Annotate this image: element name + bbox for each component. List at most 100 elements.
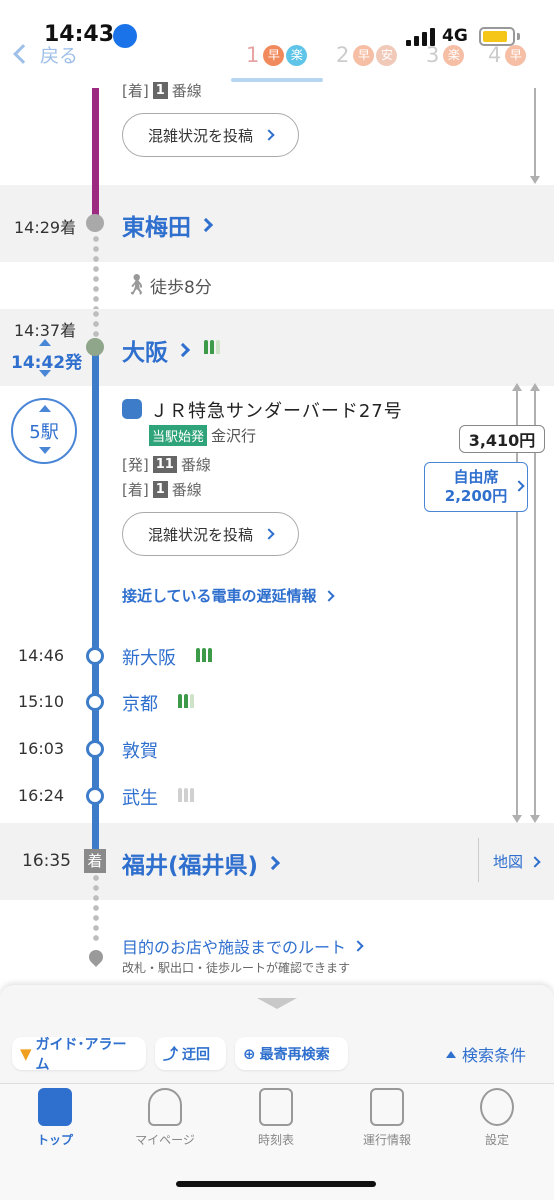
congestion-icon	[178, 694, 194, 708]
fare-range-line	[534, 88, 536, 176]
arrival-time: 16:35	[22, 851, 71, 871]
arrival-track: [着] 1 番線	[122, 481, 202, 499]
fast-badge: 早	[505, 44, 527, 66]
arrival-time: 14:29着	[14, 218, 77, 237]
fast-badge: 早	[353, 44, 375, 66]
tab-service-info[interactable]: 運行情報	[337, 1088, 437, 1158]
stop-link-tsuruga[interactable]: 敦賀	[122, 737, 158, 763]
nearest-search-button[interactable]: ⊕ 最寄再検索	[235, 1037, 348, 1070]
stop-time: 14:46	[18, 646, 65, 665]
stop-time: 15:10	[18, 692, 65, 711]
delay-info-link[interactable]: 接近している電車の遅延情報	[122, 585, 335, 606]
arrow-up-icon	[512, 383, 522, 391]
divider	[478, 838, 479, 882]
alarm-arrow-icon: ▼	[20, 1044, 32, 1063]
walk-dots	[93, 309, 99, 337]
location-arrow-icon	[113, 24, 137, 48]
cheap-badge: 安	[376, 44, 398, 66]
location-pin-icon	[86, 947, 106, 967]
arrival-tag: 着	[84, 849, 106, 873]
expand-down-icon	[39, 447, 51, 454]
route-tab-2[interactable]: 2 早 安	[336, 40, 398, 70]
arrow-up-icon	[530, 383, 540, 391]
train-icon	[38, 1088, 72, 1126]
arrival-time: 14:37着	[14, 321, 77, 340]
route-tab-4[interactable]: 4 早	[488, 40, 527, 70]
expand-up-icon	[39, 405, 51, 412]
chevron-right-icon	[263, 528, 275, 540]
back-label: 戻る	[40, 44, 79, 67]
panel-handle-icon[interactable]	[257, 998, 297, 1009]
battery-tip	[517, 33, 520, 40]
easy-badge: 楽	[443, 44, 465, 66]
origin-tag: 当駅始発	[149, 425, 208, 446]
station-row-osaka	[0, 309, 554, 386]
total-fare: 3,410円	[459, 425, 545, 453]
stop-link-takefu[interactable]: 武生	[122, 784, 158, 810]
route-tab-1[interactable]: 1 早 楽	[246, 40, 308, 70]
station-link-osaka[interactable]: 大阪	[122, 333, 191, 367]
tab-settings[interactable]: 設定	[447, 1088, 547, 1158]
detour-button[interactable]: ⤴ 迂回	[155, 1037, 226, 1070]
tab-timetable[interactable]: 時刻表	[226, 1088, 326, 1158]
blue-line	[92, 386, 99, 826]
walk-duration: 徒歩8分	[150, 278, 212, 298]
back-button[interactable]: 戻る	[10, 38, 78, 70]
gear-icon	[480, 1088, 514, 1126]
chevron-left-icon	[13, 44, 33, 64]
walk-dots	[93, 873, 99, 943]
guide-alarm-button[interactable]: ▼ ガイド･アラーム	[12, 1037, 146, 1073]
info-icon	[370, 1088, 404, 1126]
chevron-right-icon	[263, 129, 275, 141]
earlier-train-icon[interactable]	[39, 339, 51, 346]
tab-mypage[interactable]: マイページ	[115, 1088, 215, 1158]
arrow-down-icon	[512, 815, 522, 823]
departure-track: [発] 11 番線	[122, 456, 211, 474]
station-row-higashi-umeda	[0, 185, 554, 262]
seat-fare-button[interactable]: 自由席 2,200円	[424, 462, 528, 512]
blue-line	[92, 823, 99, 849]
congestion-icon	[204, 340, 220, 354]
station-node	[86, 214, 104, 232]
arrow-down-icon	[530, 815, 540, 823]
later-train-icon[interactable]	[39, 370, 51, 377]
station-link-fukui[interactable]: 福井(福井県)	[122, 846, 281, 880]
chevron-right-icon	[175, 342, 191, 358]
walk-icon: 🚶︎	[124, 272, 150, 296]
station-node	[86, 338, 104, 356]
destination-subtitle: 改札・駅出口・徒歩ルートが確認できます	[122, 961, 351, 975]
search-conditions-button[interactable]: 検索条件	[446, 1042, 526, 1066]
arrival-track: [着] 1 番線	[122, 82, 202, 100]
destination-route-link[interactable]: 目的のお店や施設までのルート	[122, 934, 364, 958]
detour-icon: ⤴	[163, 1045, 179, 1063]
congestion-post-button[interactable]: 混雑状況を投稿	[122, 113, 299, 157]
seat-type: 自由席	[453, 468, 499, 486]
fast-badge: 早	[263, 44, 285, 66]
easy-badge: 楽	[286, 44, 308, 66]
fare-range-line	[516, 391, 518, 815]
tab-top[interactable]: トップ	[5, 1088, 105, 1158]
stop-link-shin-osaka[interactable]: 新大阪	[122, 644, 176, 670]
chevron-right-icon	[198, 217, 214, 233]
congestion-post-button[interactable]: 混雑状況を投稿	[122, 512, 299, 556]
train-name: ＪＲ特急サンダーバード27号	[150, 401, 403, 422]
congestion-icon	[178, 788, 194, 802]
train-destination: 金沢行	[211, 427, 257, 445]
crosshair-icon: ⊕	[243, 1044, 256, 1063]
stop-node	[86, 693, 104, 711]
chevron-right-icon	[529, 855, 541, 868]
stop-time: 16:03	[18, 739, 65, 758]
stop-node	[86, 787, 104, 805]
stop-link-kyoto[interactable]: 京都	[122, 690, 158, 716]
timetable-icon	[259, 1088, 293, 1126]
route-tab-3[interactable]: 3 楽	[426, 40, 465, 70]
stop-node	[86, 647, 104, 665]
person-icon	[148, 1088, 182, 1126]
chevron-right-icon	[265, 855, 281, 871]
map-link[interactable]: 地図	[493, 851, 541, 872]
triangle-up-icon	[446, 1050, 456, 1058]
active-tab-indicator	[231, 78, 323, 82]
station-link-higashi-umeda[interactable]: 東梅田	[122, 208, 214, 242]
fare-range-line	[534, 391, 536, 815]
stop-node	[86, 740, 104, 758]
